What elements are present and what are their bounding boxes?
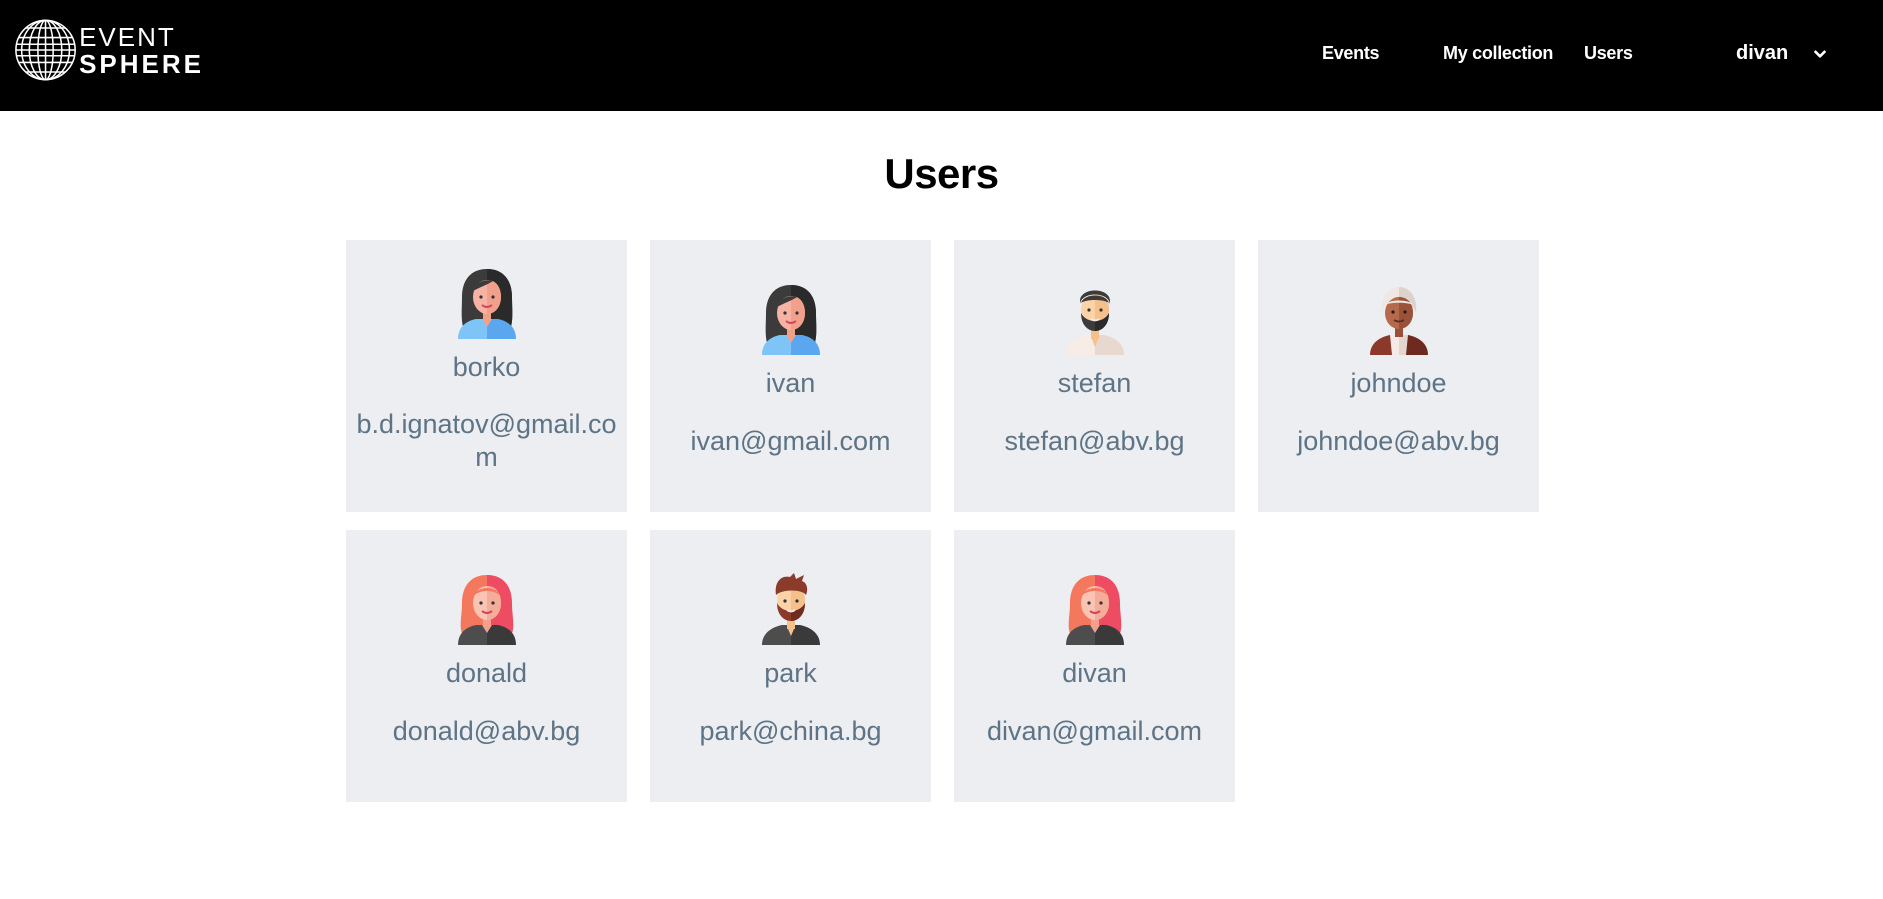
user-card-email: stefan@abv.bg bbox=[1004, 426, 1185, 456]
nav-links: Events My collection Users divan bbox=[0, 0, 1883, 111]
user-card-email: b.d.ignatov@gmail.com bbox=[356, 409, 617, 472]
user-card-username: borko bbox=[452, 352, 521, 382]
woman-red-hair-icon bbox=[458, 575, 516, 645]
user-card-email: divan@gmail.com bbox=[987, 716, 1202, 746]
user-card[interactable]: divan divan@gmail.com bbox=[954, 530, 1235, 802]
user-menu-dropdown[interactable]: divan bbox=[1736, 42, 1827, 65]
user-card[interactable]: donald donald@abv.bg bbox=[346, 530, 627, 802]
nav-link-events[interactable]: Events bbox=[1322, 43, 1380, 64]
user-card-username: johndoe bbox=[1350, 368, 1447, 398]
user-card-username: park bbox=[764, 658, 817, 688]
man-beard-icon bbox=[1066, 290, 1124, 355]
woman-dark-hair-icon bbox=[458, 269, 516, 339]
nav-link-my-collection[interactable]: My collection bbox=[1443, 43, 1553, 64]
page-title: Users bbox=[884, 150, 999, 197]
user-card-email: ivan@gmail.com bbox=[690, 426, 891, 456]
user-card-email: park@china.bg bbox=[699, 716, 882, 746]
woman-dark-hair-icon bbox=[762, 285, 820, 355]
user-card[interactable]: park park@china.bg bbox=[650, 530, 931, 802]
user-card[interactable]: ivan ivan@gmail.com bbox=[650, 240, 931, 512]
top-navbar: EVENT SPHERE Events My collection Users … bbox=[0, 0, 1883, 111]
nav-link-users[interactable]: Users bbox=[1584, 43, 1633, 64]
user-card[interactable]: stefan stefan@abv.bg bbox=[954, 240, 1235, 512]
man-red-beard-icon bbox=[762, 573, 820, 645]
user-card-username: ivan bbox=[765, 368, 816, 398]
elder-man-icon bbox=[1370, 287, 1428, 355]
chevron-down-icon bbox=[1814, 42, 1827, 65]
user-card[interactable]: borko b.d.ignatov@gmail.com bbox=[346, 240, 627, 512]
user-card[interactable]: johndoe johndoe@abv.bg bbox=[1258, 240, 1539, 512]
user-card-email: johndoe@abv.bg bbox=[1297, 426, 1500, 456]
user-card-username: divan bbox=[1062, 658, 1127, 688]
current-username: divan bbox=[1736, 42, 1789, 64]
user-card-username: stefan bbox=[1057, 368, 1132, 398]
user-card-username: donald bbox=[445, 658, 528, 688]
user-card-email: donald@abv.bg bbox=[392, 716, 581, 746]
woman-red-hair-icon bbox=[1066, 575, 1124, 645]
